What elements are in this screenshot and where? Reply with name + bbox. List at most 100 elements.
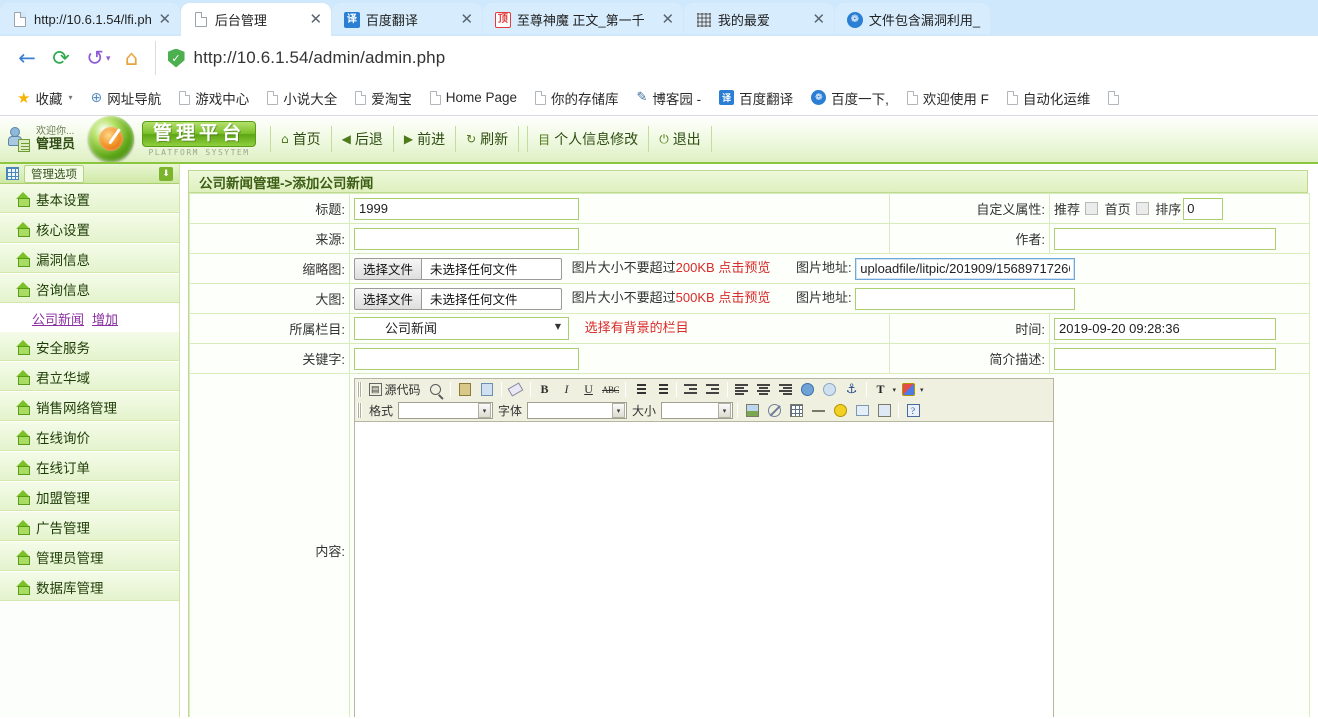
summary-input[interactable] — [1054, 347, 1276, 370]
horizontal-rule-icon[interactable] — [808, 401, 828, 420]
sidebar-item-online-order[interactable]: 在线订单 — [0, 452, 179, 482]
bookmark-item[interactable] — [1099, 90, 1133, 105]
unlink-icon[interactable] — [820, 380, 840, 399]
sidebar-item-advertising[interactable]: 广告管理 — [0, 512, 179, 542]
sidebar-item-core-settings[interactable]: 核心设置 — [0, 214, 179, 244]
time-input[interactable] — [1054, 317, 1276, 340]
bookmark-item[interactable]: 译 百度翻译 — [710, 88, 802, 108]
header-menu-profile[interactable]: 目 个人信息修改 — [527, 126, 650, 152]
reload-icon[interactable]: ⟳ — [44, 41, 78, 75]
align-left-icon[interactable] — [732, 380, 752, 399]
tab-close-icon[interactable]: ✕ — [458, 12, 476, 27]
bigimage-file-input[interactable]: 选择文件 未选择任何文件 — [354, 287, 563, 310]
keywords-input[interactable] — [354, 347, 579, 370]
sidebar-sublink-add[interactable]: 增加 — [92, 309, 118, 328]
browser-tab-1[interactable]: 后台管理 ✕ — [180, 3, 331, 36]
thumbnail-url-input[interactable] — [855, 257, 1076, 280]
bookmark-item[interactable]: ❁ 百度一下, — [802, 88, 898, 108]
align-right-icon[interactable] — [776, 380, 796, 399]
header-menu-forward[interactable]: ▶ 前进 — [394, 126, 457, 152]
browser-tab-5[interactable]: ❁ 文件包含漏洞利用_ — [834, 3, 991, 36]
thumbnail-preview-link[interactable]: 点击预览 — [718, 260, 770, 275]
shouye-checkbox[interactable] — [1135, 202, 1149, 215]
header-menu-refresh[interactable]: ↻ 刷新 — [456, 126, 520, 152]
text-color-caret-icon[interactable]: ▾ — [893, 386, 897, 394]
table-icon[interactable] — [786, 401, 806, 420]
source-input[interactable] — [354, 227, 579, 250]
paste-plain-icon[interactable] — [477, 380, 497, 399]
bookmark-item[interactable]: 游戏中心 — [170, 88, 258, 108]
bigimage-preview-link[interactable]: 点击预览 — [718, 290, 770, 305]
paste-word-icon[interactable] — [455, 380, 475, 399]
link-icon[interactable] — [798, 380, 818, 399]
bookmark-item[interactable]: ✎ 博客园 - — [628, 88, 711, 108]
thumbnail-file-input[interactable]: 选择文件 未选择任何文件 — [354, 257, 563, 280]
header-menu-logout[interactable]: ⏻ 退出 — [649, 126, 712, 152]
outdent-icon[interactable] — [681, 380, 701, 399]
sidebar-item-consulting-info[interactable]: 咨询信息 — [0, 274, 179, 304]
bookmark-item[interactable]: 你的存储库 — [526, 88, 628, 108]
browser-tab-4[interactable]: 我的最爱 ✕ — [683, 3, 834, 36]
home-icon[interactable]: ⌂ — [115, 41, 149, 75]
tab-close-icon[interactable]: ✕ — [659, 12, 677, 27]
toolbar-grip[interactable] — [357, 382, 362, 397]
strike-icon[interactable]: ABC — [601, 380, 621, 399]
preview-icon[interactable] — [426, 380, 446, 399]
remove-format-icon[interactable] — [506, 380, 526, 399]
url-bar[interactable]: http://10.6.1.54/admin/admin.php — [154, 41, 1308, 75]
italic-icon[interactable]: I — [557, 380, 577, 399]
tab-close-icon[interactable]: ✕ — [156, 12, 174, 27]
sidebar-item-online-quote[interactable]: 在线询价 — [0, 422, 179, 452]
anchor-icon[interactable]: ⚓ — [842, 380, 862, 399]
sidebar-item-sales-network[interactable]: 销售网络管理 — [0, 392, 179, 422]
sidebar-item-database-management[interactable]: 数据库管理 — [0, 572, 179, 602]
bookmark-item[interactable]: 自动化运维 — [998, 88, 1100, 108]
bold-icon[interactable]: B — [535, 380, 555, 399]
sidebar-item-vulnerability-info[interactable]: 漏洞信息 — [0, 244, 179, 274]
text-color-icon[interactable]: T — [871, 380, 891, 399]
indent-icon[interactable] — [703, 380, 723, 399]
chevron-down-icon[interactable]: ▾ — [68, 93, 72, 102]
bookmark-item[interactable]: ⊕ 网址导航 — [81, 88, 170, 108]
bulleted-list-icon[interactable] — [652, 380, 672, 399]
author-input[interactable] — [1054, 227, 1276, 250]
paixu-input[interactable] — [1183, 197, 1224, 220]
bigimage-choose-file-button[interactable]: 选择文件 — [354, 287, 423, 310]
category-select-wrap[interactable]: 公司新闻 — [354, 317, 569, 341]
toolbar-grip[interactable] — [357, 403, 362, 418]
page-break-icon[interactable] — [852, 401, 872, 420]
image-icon[interactable] — [742, 401, 762, 420]
numbered-list-icon[interactable] — [630, 380, 650, 399]
browser-tab-2[interactable]: 译 百度翻译 ✕ — [331, 3, 482, 36]
bg-color-icon[interactable] — [898, 380, 918, 399]
sidebar-item-franchise[interactable]: 加盟管理 — [0, 482, 179, 512]
thumbnail-choose-file-button[interactable]: 选择文件 — [354, 257, 423, 280]
bookmark-item[interactable]: Home Page — [421, 90, 526, 105]
sidebar-item-basic-settings[interactable]: 基本设置 — [0, 184, 179, 214]
format-select[interactable]: ▾ — [398, 402, 494, 419]
iframe-icon[interactable] — [874, 401, 894, 420]
header-menu-home[interactable]: ⌂ 首页 — [270, 126, 332, 152]
header-menu-back[interactable]: ◀ 后退 — [332, 126, 394, 152]
title-input[interactable] — [354, 197, 579, 220]
tab-close-icon[interactable]: ✕ — [307, 12, 325, 27]
bookmark-item[interactable]: 爱淘宝 — [346, 88, 421, 108]
bookmark-favorites[interactable]: ★ 收藏 ▾ — [8, 88, 81, 108]
about-icon[interactable]: ? — [903, 401, 923, 420]
browser-tab-0[interactable]: http://10.6.1.54/lfi.ph ✕ — [0, 3, 180, 36]
size-select[interactable]: ▾ — [661, 402, 734, 419]
flash-icon[interactable] — [764, 401, 784, 420]
underline-icon[interactable]: U — [579, 380, 599, 399]
bg-color-caret-icon[interactable]: ▾ — [920, 386, 924, 394]
sidebar-item-admin-management[interactable]: 管理员管理 — [0, 542, 179, 572]
category-select[interactable]: 公司新闻 — [354, 317, 569, 341]
bigimage-url-input[interactable] — [855, 287, 1076, 310]
back-icon[interactable]: ← — [10, 41, 44, 75]
browser-tab-3[interactable]: 顶 至尊神魔 正文_第一千 ✕ — [482, 3, 683, 36]
font-select[interactable]: ▾ — [527, 402, 628, 419]
tab-close-icon[interactable]: ✕ — [810, 12, 828, 27]
bookmark-item[interactable]: 小说大全 — [258, 88, 346, 108]
sidebar-item-security-services[interactable]: 安全服务 — [0, 332, 179, 362]
undo-dropdown-icon[interactable]: ▾ — [106, 53, 111, 64]
align-center-icon[interactable] — [754, 380, 774, 399]
